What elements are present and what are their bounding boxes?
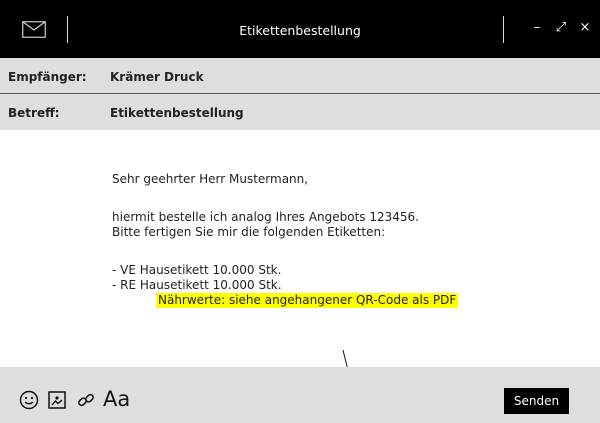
greeting-text: Sehr geehrter Herr Mustermann, [112, 172, 309, 186]
minimize-button[interactable]: – [530, 19, 544, 37]
send-button[interactable]: Senden [504, 388, 569, 414]
recipient-field[interactable]: Krämer Druck [110, 70, 204, 84]
title-bar: Etikettenbestellung – ⤢ × [0, 0, 600, 58]
compose-toolbar: Aa Senden [0, 367, 600, 423]
recipient-row[interactable]: Empfänger: Krämer Druck [0, 58, 600, 94]
close-button[interactable]: × [578, 19, 592, 37]
subject-field[interactable]: Etikettenbestellung [110, 106, 244, 120]
link-icon[interactable] [76, 390, 96, 410]
image-icon[interactable] [47, 390, 67, 410]
subject-row[interactable]: Betreff: Etikettenbestellung [0, 94, 600, 130]
maximize-button[interactable]: ⤢ [554, 19, 568, 37]
mail-headers: Empfänger: Krämer Druck Betreff: Etikett… [0, 58, 600, 130]
highlighted-note: Nährwerte: siehe angehangener QR-Code al… [156, 293, 459, 308]
body-line-1: hiermit bestelle ich analog Ihres Angebo… [112, 210, 419, 224]
titlebar-separator-right [503, 16, 504, 43]
emoji-icon[interactable] [19, 390, 39, 410]
message-body[interactable]: Sehr geehrter Herr Mustermann, hiermit b… [112, 172, 552, 308]
subject-label: Betreff: [8, 106, 60, 120]
order-item-2: - RE Hausetikett 10.000 Stk. [112, 278, 282, 292]
text-format-button[interactable]: Aa [103, 387, 130, 411]
order-item-1: - VE Hausetikett 10.000 Stk. [112, 263, 282, 277]
window-title: Etikettenbestellung [239, 23, 361, 38]
body-line-2: Bitte fertigen Sie mir die folgenden Eti… [112, 225, 386, 239]
recipient-label: Empfänger: [8, 70, 87, 84]
